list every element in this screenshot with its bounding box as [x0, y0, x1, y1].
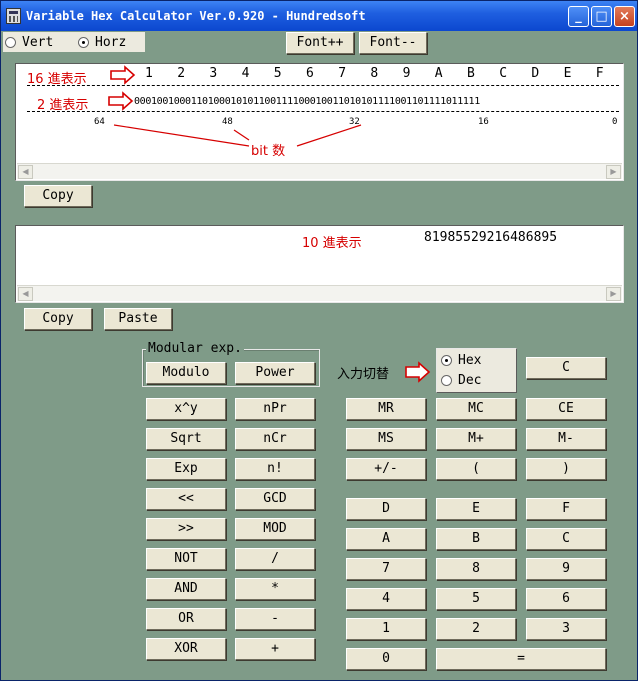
digit-2-button[interactable]: 2 — [436, 618, 516, 640]
sqrt-button[interactable]: Sqrt — [146, 428, 226, 450]
power-button[interactable]: Power — [235, 362, 315, 384]
bit-pointer-lines — [113, 124, 362, 147]
mr-button[interactable]: MR — [346, 398, 426, 420]
gcd-button[interactable]: GCD — [235, 488, 315, 510]
shift-left-button[interactable]: << — [146, 488, 226, 510]
shift-right-button[interactable]: >> — [146, 518, 226, 540]
npr-button[interactable]: nPr — [235, 398, 315, 420]
hex-b-button[interactable]: B — [436, 528, 516, 550]
hex-c-button[interactable]: C — [526, 528, 606, 550]
digit-8-button[interactable]: 8 — [436, 558, 516, 580]
arrow-icon-bin — [108, 91, 134, 111]
subtract-button[interactable]: - — [235, 608, 315, 630]
decimal-display-annotation: 10 進表示 — [302, 236, 362, 251]
clear-button[interactable]: C — [526, 357, 606, 379]
left-paren-button[interactable]: ( — [436, 458, 516, 480]
hex-a-button[interactable]: A — [346, 528, 426, 550]
digit-6-button[interactable]: 6 — [526, 588, 606, 610]
arrow-icon-hex — [110, 65, 136, 85]
factorial-button[interactable]: n! — [235, 458, 315, 480]
digit-5-button[interactable]: 5 — [436, 588, 516, 610]
input-mode-annotation: 入力切替 — [337, 367, 390, 382]
and-button[interactable]: AND — [146, 578, 226, 600]
equals-button[interactable]: = — [436, 648, 606, 670]
or-button[interactable]: OR — [146, 608, 226, 630]
digit-1-button[interactable]: 1 — [346, 618, 426, 640]
arrow-icon-input — [405, 361, 431, 383]
xor-button[interactable]: XOR — [146, 638, 226, 660]
m-minus-button[interactable]: M- — [526, 428, 606, 450]
copy-hex-button[interactable]: Copy — [24, 185, 92, 207]
m-plus-button[interactable]: M+ — [436, 428, 516, 450]
dec-radio-dot — [441, 374, 452, 386]
dec-scroll-right-arrow[interactable]: ▶ — [606, 287, 621, 301]
dec-input-label: Dec — [458, 372, 482, 388]
multiply-button[interactable]: * — [235, 578, 315, 600]
hex-radio-dot — [441, 354, 452, 366]
hex-input-radio[interactable]: Hex — [441, 352, 481, 368]
not-button[interactable]: NOT — [146, 548, 226, 570]
digit-3-button[interactable]: 3 — [526, 618, 606, 640]
hex-d-button[interactable]: D — [346, 498, 426, 520]
right-paren-button[interactable]: ) — [526, 458, 606, 480]
digit-7-button[interactable]: 7 — [346, 558, 426, 580]
power-xy-button[interactable]: x^y — [146, 398, 226, 420]
mc-button[interactable]: MC — [436, 398, 516, 420]
calculator-window: Variable Hex Calculator Ver.0.920 - Hund… — [0, 0, 638, 681]
modulo-button[interactable]: Modulo — [146, 362, 226, 384]
paste-button[interactable]: Paste — [104, 308, 172, 330]
digit-0-button[interactable]: 0 — [346, 648, 426, 670]
dec-input-radio[interactable]: Dec — [441, 372, 481, 388]
copy-decimal-button[interactable]: Copy — [24, 308, 92, 330]
modular-exp-label: Modular exp. — [146, 341, 244, 356]
ms-button[interactable]: MS — [346, 428, 426, 450]
mod-button[interactable]: MOD — [235, 518, 315, 540]
dec-scroll-left-arrow[interactable]: ◀ — [18, 287, 33, 301]
exp-button[interactable]: Exp — [146, 458, 226, 480]
dec-panel-scrollbar[interactable]: ◀ ▶ — [17, 285, 622, 301]
decimal-value: 81985529216486895 — [424, 230, 558, 245]
ncr-button[interactable]: nCr — [235, 428, 315, 450]
hex-e-button[interactable]: E — [436, 498, 516, 520]
add-button[interactable]: + — [235, 638, 315, 660]
digit-9-button[interactable]: 9 — [526, 558, 606, 580]
divide-button[interactable]: / — [235, 548, 315, 570]
hex-f-button[interactable]: F — [526, 498, 606, 520]
ce-button[interactable]: CE — [526, 398, 606, 420]
hex-input-label: Hex — [458, 352, 482, 368]
sign-toggle-button[interactable]: +/- — [346, 458, 426, 480]
digit-4-button[interactable]: 4 — [346, 588, 426, 610]
